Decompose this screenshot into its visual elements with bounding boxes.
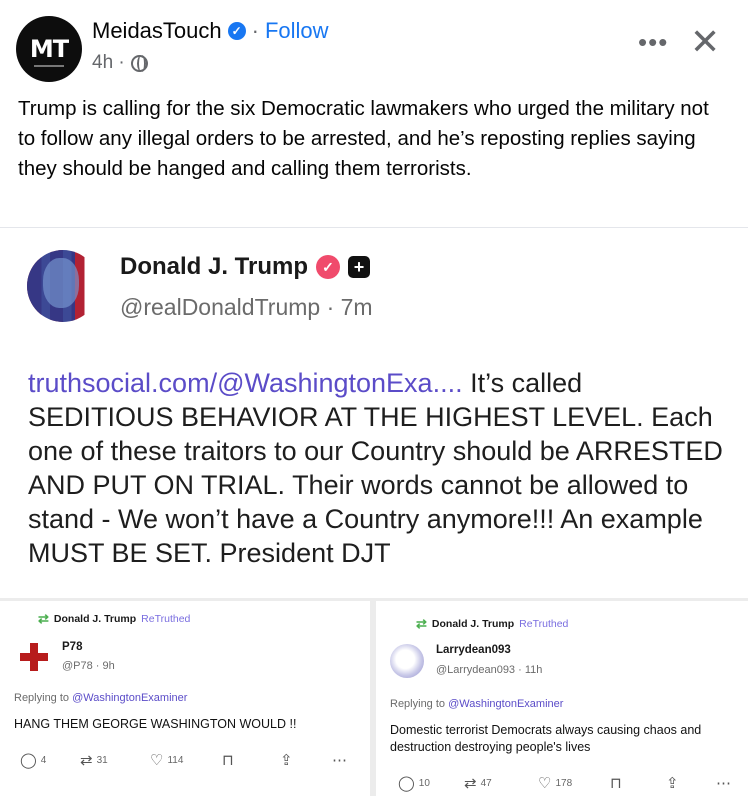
- more-icon: ⋯: [332, 752, 347, 769]
- more-options-icon[interactable]: •••: [638, 29, 668, 55]
- bookmark-button[interactable]: ⊓: [222, 751, 280, 769]
- reply-icon: ◯: [20, 752, 37, 769]
- retruth-icon: ⇄: [416, 616, 427, 631]
- post-text: Trump is calling for the six Democratic …: [18, 97, 709, 180]
- retruth-icon: ⇄: [38, 611, 49, 626]
- close-icon[interactable]: ✕: [690, 24, 720, 60]
- author-row: MeidasTouch ✓ · Follow: [92, 18, 329, 44]
- truth-plus-icon: +: [348, 256, 371, 278]
- separator-dot: ·: [251, 18, 259, 43]
- replying-to: Replying to @WashingtonExaminer: [14, 692, 187, 704]
- truth-handle: @realDonaldTrump · 7m: [120, 294, 373, 320]
- share-button[interactable]: ⇪: [666, 774, 716, 792]
- author-name[interactable]: MeidasTouch: [92, 18, 222, 44]
- reply-icon: ◯: [398, 775, 415, 792]
- post-time[interactable]: 4h ·: [92, 52, 125, 74]
- like-count: 178: [555, 777, 573, 789]
- truth-link: truthsocial.com/@WashingtonExa....: [28, 368, 463, 398]
- reply-text: Domestic terrorist Democrats always caus…: [390, 723, 702, 754]
- truth-avatar: [27, 250, 99, 322]
- embedded-screenshot[interactable]: Donald J. Trump ✓ + @realDonaldTrump · 7…: [0, 227, 748, 796]
- reply-button[interactable]: ◯ 4: [20, 751, 80, 769]
- like-button[interactable]: ♡ 114: [150, 751, 222, 769]
- bookmark-icon: ⊓: [222, 752, 234, 769]
- post-header: MT MeidasTouch ✓ · Follow 4h · ••• ✕: [0, 0, 748, 88]
- avatar-underline: [34, 65, 64, 67]
- share-icon: ⇪: [666, 775, 679, 792]
- replying-mention: @WashingtonExaminer: [448, 698, 564, 710]
- reply-text: HANG THEM GEORGE WASHINGTON WOULD !!: [14, 717, 297, 731]
- action-bar: ◯ 4 ⇄ 31 ♡ 114 ⊓ ⇪ ⋯: [20, 751, 360, 769]
- retruth-icon: ⇄: [464, 775, 477, 792]
- cross-avatar-icon: [20, 643, 48, 671]
- bookmark-icon: ⊓: [610, 775, 622, 792]
- retruth-icon: ⇄: [80, 752, 93, 769]
- truth-body: truthsocial.com/@WashingtonExa.... It’s …: [28, 366, 728, 570]
- follow-button[interactable]: Follow: [265, 18, 329, 44]
- post-meta: 4h ·: [92, 52, 148, 74]
- heart-icon: ♡: [150, 752, 164, 769]
- reply-user-name: P78: [62, 641, 83, 653]
- share-button[interactable]: ⇪: [280, 751, 332, 769]
- retruth-author: Donald J. Trump: [431, 618, 515, 630]
- truth-verified-icon: ✓: [316, 255, 341, 279]
- reply-user-handle: @Larrydean093 · 11h: [436, 664, 543, 676]
- reply-user-name: Larrydean093: [436, 644, 511, 656]
- like-button[interactable]: ♡ 178: [538, 774, 610, 792]
- truth-author-name: Donald J. Trump: [120, 253, 309, 280]
- retruth-count: 31: [96, 754, 108, 766]
- replying-mention: @WashingtonExaminer: [72, 692, 188, 704]
- replying-prefix: Replying to: [14, 692, 70, 704]
- retruth-card-larrydean: ⇄ Donald J. Trump ReTruthed Larrydean093…: [376, 606, 748, 796]
- bookmark-button[interactable]: ⊓: [610, 774, 666, 792]
- globe-icon: [130, 54, 148, 72]
- heart-icon: ♡: [538, 775, 552, 792]
- retruth-card-p78: ⇄ Donald J. Trump ReTruthed P78 @P78 · 9…: [0, 601, 368, 796]
- retruth-tag: ReTruthed: [519, 618, 569, 630]
- truth-text: It’s called SEDITIOUS BEHAVIOR AT THE HI…: [28, 368, 723, 568]
- truth-author-row: Donald J. Trump ✓ +: [120, 253, 371, 281]
- avatar-face: [43, 258, 79, 308]
- retruth-label: ⇄ Donald J. Trump ReTruthed: [38, 611, 190, 627]
- verified-badge-icon: ✓: [227, 22, 246, 40]
- more-button[interactable]: ⋯: [716, 774, 731, 792]
- retruth-count: 47: [480, 777, 492, 789]
- action-bar: ◯ 10 ⇄ 47 ♡ 178 ⊓ ⇪ ⋯: [398, 774, 738, 792]
- reply-user-handle: @P78 · 9h: [62, 660, 115, 672]
- more-button[interactable]: ⋯: [332, 751, 347, 769]
- reply-count: 10: [418, 777, 430, 789]
- retruth-tag: ReTruthed: [141, 613, 191, 625]
- retruth-label: ⇄ Donald J. Trump ReTruthed: [416, 616, 568, 632]
- like-count: 114: [167, 754, 184, 766]
- reply-button[interactable]: ◯ 10: [398, 774, 464, 792]
- retruth-button[interactable]: ⇄ 47: [464, 774, 538, 792]
- page-avatar[interactable]: MT: [16, 16, 82, 82]
- eagle-avatar-icon: [390, 644, 424, 678]
- avatar-logo-text: MT: [29, 35, 69, 63]
- replying-to: Replying to @WashingtonExaminer: [390, 698, 563, 710]
- more-icon: ⋯: [716, 775, 731, 792]
- replying-prefix: Replying to: [390, 698, 446, 710]
- share-icon: ⇪: [280, 752, 293, 769]
- retruth-author: Donald J. Trump: [53, 613, 137, 625]
- reply-count: 4: [40, 754, 47, 766]
- retruth-button[interactable]: ⇄ 31: [80, 751, 150, 769]
